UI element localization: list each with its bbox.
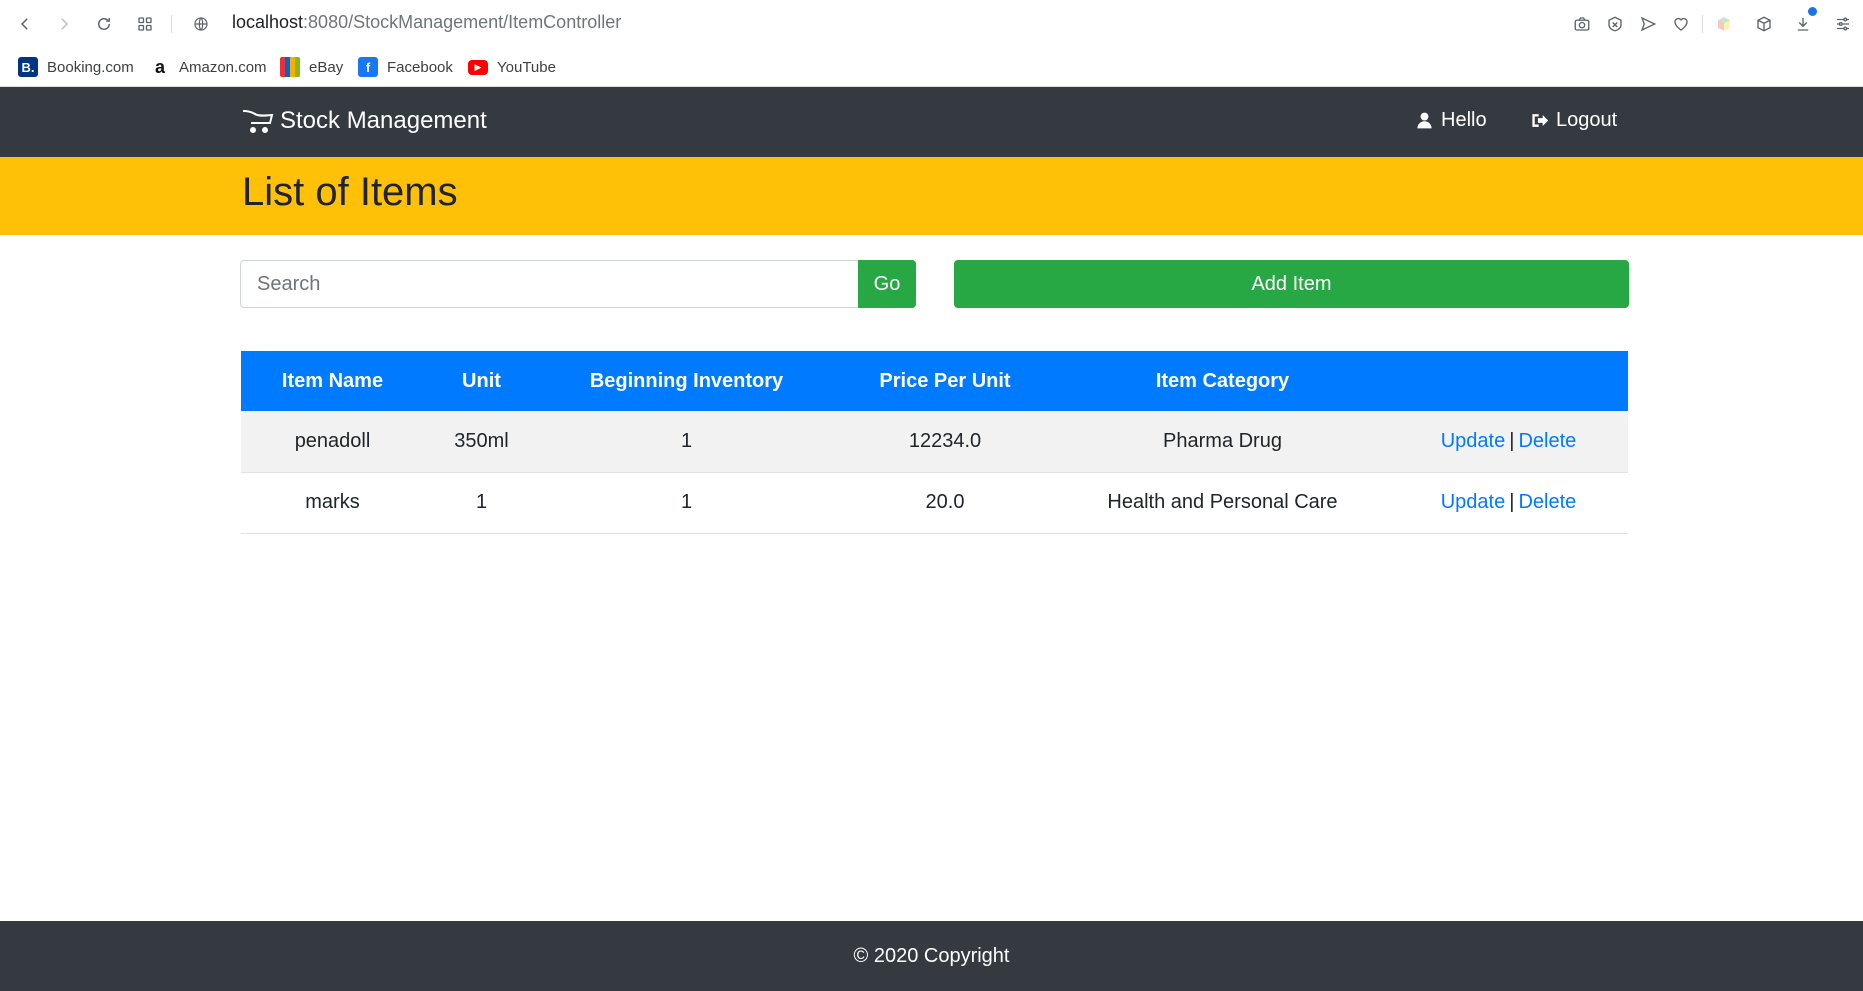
globe-icon[interactable] xyxy=(188,11,214,37)
table-row: marks 1 1 20.0 Health and Personal Care … xyxy=(241,472,1628,533)
update-link[interactable]: Update xyxy=(1441,491,1506,513)
cell-item-name: marks xyxy=(305,491,360,513)
booking-icon: B. xyxy=(18,57,38,77)
items-table: Item Name Unit Beginning Inventory Price… xyxy=(241,351,1628,534)
url-path: :8080/StockManagement/ItemController xyxy=(303,12,622,32)
col-item-category: Item Category xyxy=(1155,369,1290,392)
cell-inventory: 1 xyxy=(680,429,693,452)
bookmark-label: eBay xyxy=(309,58,344,76)
col-unit: Unit xyxy=(462,369,501,392)
user-icon xyxy=(1417,112,1432,129)
table-row: penadoll 350ml 1 12234.0 Pharma Drug Upd… xyxy=(241,411,1628,472)
brand-label: Stock Management xyxy=(280,107,487,134)
cell-inventory: 1 xyxy=(680,491,693,513)
cell-item-name: penadoll xyxy=(294,429,371,452)
cell-category: Pharma Drug xyxy=(1163,429,1282,452)
ebay-icon xyxy=(280,57,300,77)
navbar: Stock Management Hello Logout xyxy=(0,87,1863,157)
cell-category: Health and Personal Care xyxy=(1107,491,1338,513)
heart-icon[interactable] xyxy=(1669,12,1693,36)
col-item-name: Item Name xyxy=(281,369,384,392)
go-button[interactable]: Go xyxy=(858,260,916,308)
cell-unit: 1 xyxy=(475,491,488,513)
bookmark-facebook[interactable]: f Facebook xyxy=(358,56,453,78)
action-separator: | xyxy=(1509,491,1515,513)
add-item-button[interactable]: Add Item xyxy=(954,260,1629,308)
delete-link[interactable]: Delete xyxy=(1518,430,1576,452)
extension-cube-icon[interactable] xyxy=(1712,12,1736,36)
address-bar[interactable]: localhost:8080/StockManagement/ItemContr… xyxy=(232,12,621,33)
update-link[interactable]: Update xyxy=(1441,430,1506,452)
bookmark-ebay[interactable]: eBay xyxy=(280,56,343,78)
hello-label: Hello xyxy=(1441,109,1487,131)
page-title: List of Items xyxy=(242,170,458,214)
cell-actions: Update | Delete xyxy=(1389,472,1628,533)
amazon-icon: a xyxy=(150,57,170,77)
col-actions xyxy=(1389,351,1628,411)
brand-link[interactable]: Stock Management xyxy=(242,107,487,135)
copyright-text: © 2020 Copyright xyxy=(853,944,1010,967)
facebook-icon: f xyxy=(358,57,378,77)
url-host: localhost xyxy=(232,12,304,32)
col-price-per-unit: Price Per Unit xyxy=(879,369,1011,392)
page-header: List of Items xyxy=(0,157,1863,235)
cell-actions: Update | Delete xyxy=(1389,411,1628,472)
bookmark-booking[interactable]: B. Booking.com xyxy=(18,56,134,78)
youtube-icon: ▶ xyxy=(468,59,488,75)
block-icon[interactable] xyxy=(1603,12,1627,36)
bookmark-label: Booking.com xyxy=(47,58,134,76)
col-beginning-inventory: Beginning Inventory xyxy=(589,369,784,392)
toolbar-divider xyxy=(171,15,172,33)
camera-icon[interactable] xyxy=(1570,12,1594,36)
browser-toolbar: localhost:8080/StockManagement/ItemContr… xyxy=(0,0,1863,47)
tabs-grid-icon[interactable] xyxy=(132,11,158,37)
bookmark-label: Facebook xyxy=(387,58,453,76)
cart-icon xyxy=(242,110,274,133)
send-icon[interactable] xyxy=(1636,12,1660,36)
search-input[interactable] xyxy=(240,260,859,308)
cell-price: 12234.0 xyxy=(908,429,982,452)
bookmarks-bar: B. Booking.com a Amazon.com eBay f Faceb… xyxy=(0,47,1863,87)
cell-unit: 350ml xyxy=(454,429,509,452)
logout-label: Logout xyxy=(1556,109,1618,131)
reload-icon[interactable] xyxy=(91,11,117,37)
cell-price: 20.0 xyxy=(925,491,965,513)
box-icon[interactable] xyxy=(1752,12,1776,36)
footer: © 2020 Copyright xyxy=(0,921,1863,991)
back-icon[interactable] xyxy=(12,11,38,37)
bookmark-youtube[interactable]: ▶ YouTube xyxy=(468,56,556,78)
bookmark-label: YouTube xyxy=(497,58,556,76)
settings-sliders-icon[interactable] xyxy=(1831,12,1855,36)
bookmark-amazon[interactable]: a Amazon.com xyxy=(150,56,267,78)
download-badge xyxy=(1808,7,1817,16)
hello-link[interactable]: Hello xyxy=(1415,109,1487,132)
bookmark-label: Amazon.com xyxy=(179,58,267,76)
toolbar-divider xyxy=(1702,15,1703,33)
table-header-row: Item Name Unit Beginning Inventory Price… xyxy=(241,351,1628,411)
logout-link[interactable]: Logout xyxy=(1530,109,1617,132)
delete-link[interactable]: Delete xyxy=(1518,491,1576,513)
logout-icon xyxy=(1532,114,1549,127)
forward-icon[interactable] xyxy=(51,11,77,37)
action-separator: | xyxy=(1509,429,1515,452)
